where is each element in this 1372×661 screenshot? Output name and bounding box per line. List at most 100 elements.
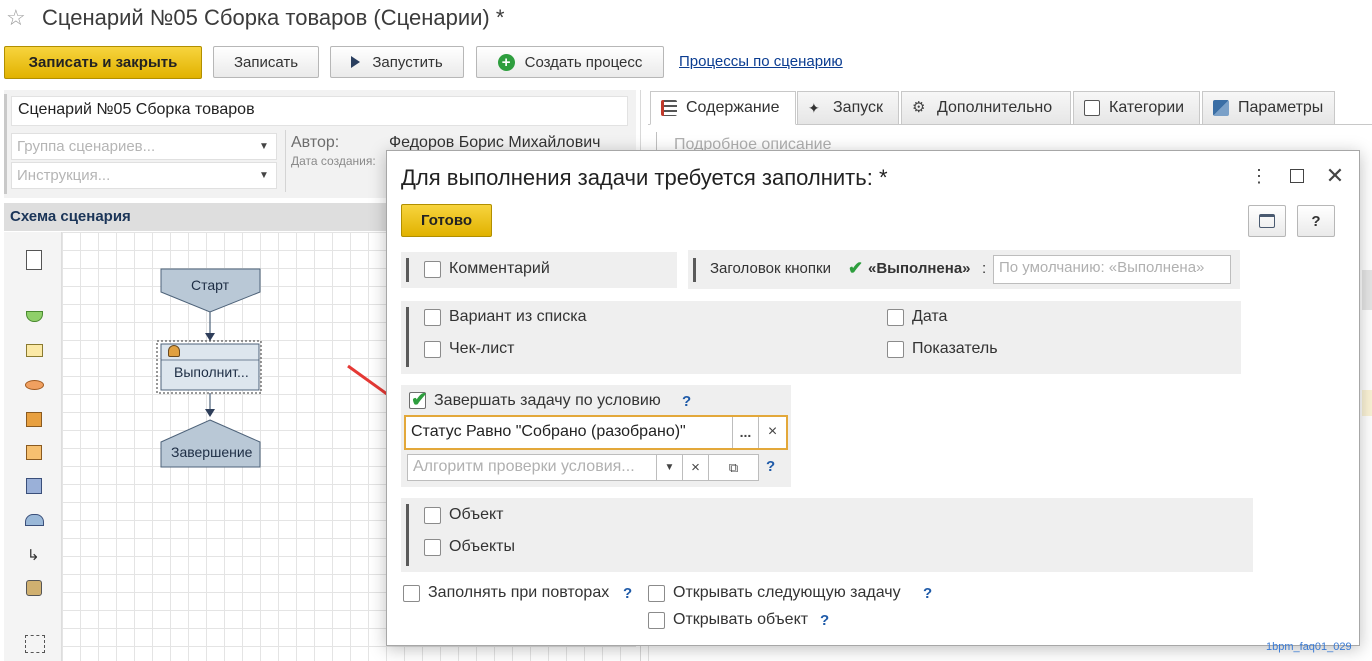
- objects-group: [401, 498, 1253, 572]
- subprocess-tool-icon[interactable]: [26, 412, 42, 427]
- checkmark-icon: ✔: [411, 389, 428, 411]
- tab-parameters-label: Параметры: [1238, 99, 1324, 116]
- save-and-close-button[interactable]: Записать и закрыть: [4, 46, 202, 79]
- comment-label: Комментарий: [449, 260, 550, 277]
- condition-tool-icon[interactable]: [25, 380, 44, 390]
- start-node-label[interactable]: Старт: [191, 277, 229, 293]
- create-process-label: Создать процесс: [524, 53, 643, 71]
- open-next-task-help-icon[interactable]: ?: [923, 585, 932, 602]
- form-accent-bar: [4, 94, 7, 194]
- dropdown-arrow-icon[interactable]: ▼: [656, 455, 682, 480]
- play-icon: [351, 56, 361, 68]
- tab-parameters[interactable]: Параметры: [1202, 91, 1335, 125]
- complete-by-condition-label: Завершать задачу по условию: [434, 392, 661, 409]
- checklist-checkbox[interactable]: [424, 341, 441, 358]
- clear-icon[interactable]: ×: [682, 455, 708, 480]
- algorithm-select[interactable]: Алгоритм проверки условия... ▼ × ⧉: [407, 454, 759, 481]
- tab-categories[interactable]: Категории: [1073, 91, 1200, 125]
- background-strip: [1362, 270, 1372, 310]
- schema-toolbox: ↳: [4, 232, 62, 661]
- condition-select-button[interactable]: ...: [732, 417, 758, 448]
- group-accent: [406, 504, 409, 566]
- more-actions-icon[interactable]: ⋮: [1250, 166, 1268, 188]
- task-node-label[interactable]: Выполнит...: [174, 364, 249, 380]
- variant-label: Вариант из списка: [449, 308, 587, 325]
- end-tool-icon[interactable]: [25, 514, 44, 526]
- tab-launch[interactable]: ✦ Запуск: [797, 91, 899, 125]
- button-caption-bold: «Выполнена»: [868, 260, 971, 277]
- favorite-star-icon[interactable]: ☆: [6, 6, 30, 30]
- open-next-task-checkbox[interactable]: [648, 585, 665, 602]
- open-object-label: Открывать объект: [673, 611, 809, 628]
- variant-checkbox[interactable]: [424, 309, 441, 326]
- task-tool-icon[interactable]: [26, 344, 43, 357]
- scenario-group-placeholder: Группа сценариев...: [17, 138, 156, 155]
- button-caption-label: Заголовок кнопки: [710, 260, 831, 277]
- objects-checkbox[interactable]: [424, 539, 441, 556]
- tab-categories-label: Категории: [1109, 99, 1185, 116]
- open-object-checkbox[interactable]: [648, 612, 665, 629]
- indicator-checkbox[interactable]: [887, 341, 904, 358]
- run-button[interactable]: Запустить: [330, 46, 464, 78]
- parameters-icon: [1213, 100, 1229, 116]
- document-tool-icon[interactable]: [26, 250, 42, 270]
- instruction-placeholder: Инструкция...: [17, 167, 111, 184]
- condition-help-icon[interactable]: ?: [682, 393, 691, 410]
- scenario-group-select[interactable]: Группа сценариев... ▼: [11, 133, 277, 160]
- processes-by-scenario-link[interactable]: Процессы по сценарию: [679, 53, 843, 70]
- algorithm-help-icon[interactable]: ?: [766, 458, 775, 475]
- tab-additional[interactable]: ⚙ Дополнительно: [901, 91, 1071, 125]
- fill-on-repeat-help-icon[interactable]: ?: [623, 585, 632, 602]
- close-icon[interactable]: ✕: [1325, 163, 1345, 188]
- open-object-help-icon[interactable]: ?: [820, 612, 829, 629]
- background-highlight: [1362, 390, 1372, 416]
- author-label: Автор:: [291, 134, 340, 151]
- dropdown-arrow-icon[interactable]: ▼: [252, 134, 276, 159]
- checkmark-icon: ✔: [848, 258, 864, 278]
- button-caption-input[interactable]: По умолчанию: «Выполнена»: [993, 255, 1231, 284]
- create-process-button[interactable]: + Создать процесс: [476, 46, 664, 78]
- indicator-label: Показатель: [912, 340, 998, 357]
- fill-on-repeat-checkbox[interactable]: [403, 585, 420, 602]
- comment-checkbox[interactable]: [424, 261, 441, 278]
- parallel-tool-icon[interactable]: [26, 478, 42, 494]
- checklist-label: Чек-лист: [449, 340, 515, 357]
- help-button[interactable]: ?: [1297, 205, 1335, 237]
- start-tool-icon[interactable]: [26, 311, 43, 322]
- complete-by-condition-checkbox[interactable]: ✔: [409, 389, 428, 411]
- condition-clear-button[interactable]: ×: [758, 417, 786, 448]
- user-icon: [168, 345, 180, 357]
- instruction-select[interactable]: Инструкция... ▼: [11, 162, 277, 189]
- object-checkbox[interactable]: [424, 507, 441, 524]
- algorithm-placeholder: Алгоритм проверки условия...: [413, 458, 635, 475]
- tab-content-label: Содержание: [686, 99, 780, 116]
- connector-tool-icon[interactable]: ↳: [27, 546, 40, 564]
- dropdown-arrow-icon[interactable]: ▼: [252, 163, 276, 188]
- calendar-settings-button[interactable]: [1248, 205, 1286, 237]
- object-label: Объект: [449, 506, 504, 523]
- download-tool-icon[interactable]: [26, 445, 42, 460]
- tab-content[interactable]: Содержание: [650, 91, 796, 125]
- save-button[interactable]: Записать: [213, 46, 319, 78]
- calendar-icon: [1259, 214, 1275, 228]
- button-caption-placeholder: По умолчанию: «Выполнена»: [999, 259, 1205, 276]
- open-next-task-label: Открывать следующую задачу: [673, 584, 901, 601]
- select-area-tool-icon[interactable]: [25, 635, 45, 653]
- tab-additional-label: Дополнительно: [937, 99, 1053, 116]
- scenario-name-input[interactable]: Сценарий №05 Сборка товаров: [11, 96, 628, 126]
- add-icon: +: [497, 53, 515, 71]
- group-accent: [406, 307, 409, 367]
- shapes-tool-icon[interactable]: [26, 580, 42, 596]
- group-accent: [406, 258, 409, 282]
- maximize-icon[interactable]: [1290, 169, 1304, 183]
- end-node-label[interactable]: Завершение: [171, 444, 252, 460]
- condition-input[interactable]: Статус Равно "Собрано (разобрано)" ... ×: [404, 415, 788, 450]
- done-button[interactable]: Готово: [401, 204, 492, 237]
- group-accent: [693, 258, 696, 282]
- schema-title: Схема сценария: [10, 208, 131, 225]
- content-accent: [656, 132, 657, 152]
- content-tab-icon: [661, 100, 677, 116]
- magic-wand-icon: ✦: [808, 100, 820, 116]
- date-checkbox[interactable]: [887, 309, 904, 326]
- open-icon[interactable]: ⧉: [708, 455, 758, 480]
